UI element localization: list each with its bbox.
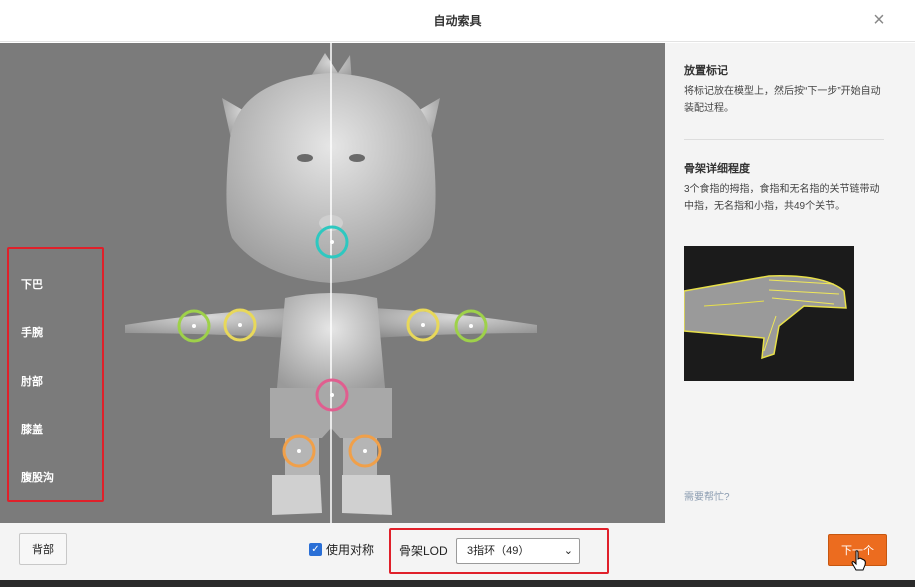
place-markers-text: 将标记放在模型上，然后按“下一步”开始自动装配过程。 — [684, 86, 881, 114]
symmetry-label: 使用对称 — [326, 543, 375, 557]
place-markers-title: 放置标记 — [684, 65, 728, 77]
back-button[interactable]: 背部 — [19, 533, 67, 565]
marker-item-knee[interactable]: 膝盖 — [21, 421, 43, 437]
marker-item-groin[interactable]: 腹股沟 — [21, 469, 54, 485]
divider — [684, 139, 884, 140]
chevron-down-icon: ⌄ — [563, 545, 573, 557]
marker-item-wrist[interactable]: 手腕 — [21, 324, 43, 340]
hand-skeleton-preview — [683, 246, 854, 381]
symmetry-checkbox[interactable]: ✓ — [309, 543, 322, 556]
lod-select[interactable]: 3指环（49） ⌄ — [456, 538, 580, 564]
auto-rig-dialog: 自动索具 × 下巴 手腕 肘部 膝盖 腹股沟 放置标记 将标记放在模型上，然后按… — [0, 0, 915, 580]
close-icon[interactable]: × — [869, 10, 889, 30]
help-link[interactable]: 需要帮忙? — [684, 488, 730, 503]
marker-item-elbow[interactable]: 肘部 — [21, 373, 43, 389]
dialog-title: 自动索具 — [433, 14, 482, 28]
skeleton-detail-title: 骨架详细程度 — [684, 163, 750, 175]
hand-cursor-icon — [851, 550, 866, 571]
taskbar — [0, 580, 915, 587]
lod-label: 骨架LOD — [399, 544, 448, 558]
symmetry-toggle[interactable]: ✓ 使用对称 — [309, 541, 374, 558]
lod-highlight: 骨架LOD 3指环（49） ⌄ — [389, 528, 609, 574]
marker-item-chin[interactable]: 下巴 — [21, 276, 43, 292]
dialog-titlebar: 自动索具 × — [0, 0, 915, 42]
info-panel: 放置标记 将标记放在模型上，然后按“下一步”开始自动装配过程。 骨架详细程度 3… — [665, 43, 915, 523]
skeleton-detail-text: 3个食指的拇指，食指和无名指的关节链带动中指，无名指和小指，共49个关节。 — [684, 184, 880, 212]
lod-selected-value: 3指环（49） — [467, 545, 530, 557]
dialog-footer: 背部 ✓ 使用对称 骨架LOD 3指环（49） ⌄ 下一个 — [0, 523, 915, 580]
marker-list: 下巴 手腕 肘部 膝盖 腹股沟 — [7, 247, 104, 502]
